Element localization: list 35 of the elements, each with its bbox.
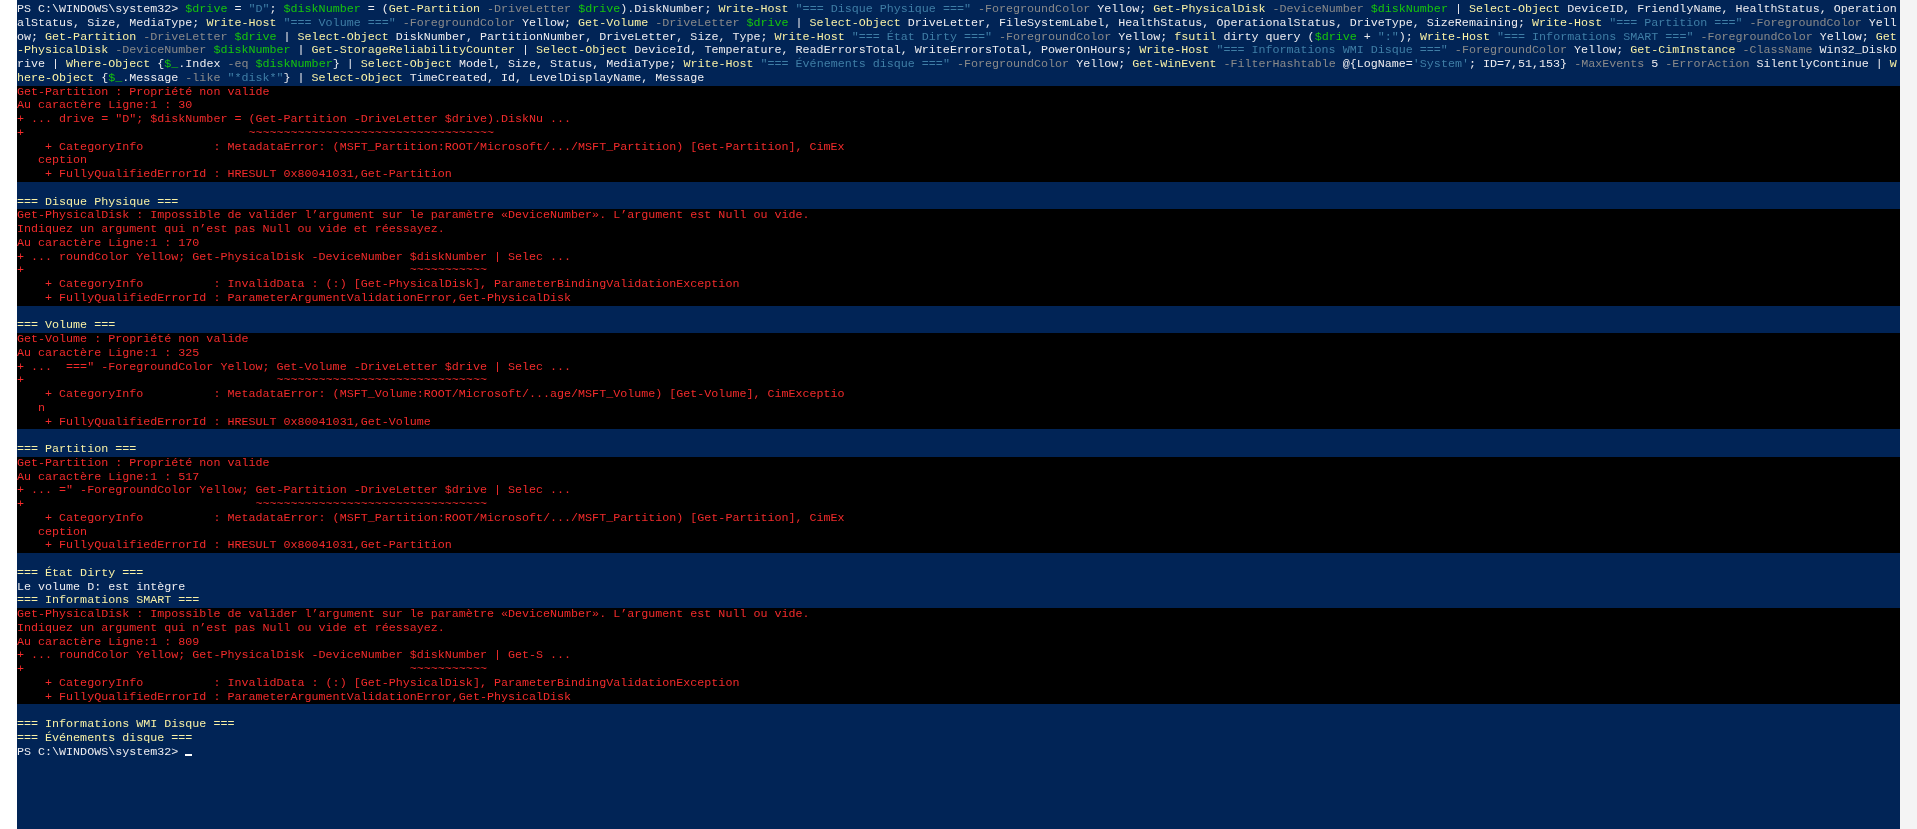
prompt-text: PS C:\WINDOWS\system32>	[17, 744, 180, 759]
error-text: Au caractère Ligne:1 : 30	[17, 99, 1900, 113]
command-text: rive | Where-Object {$_.Index -eq $diskNumber} | Select-Object Model, Size, Status, MediaType; Write-Host "=== Événements disque ===" -ForegroundColor Yellow; Get-WinEvent -FilterHashtable @{LogName='System'; ID=7,51,153} -MaxEvents 5 -ErrorAction SilentlyContinue | W	[17, 58, 1898, 72]
error-text: + ~~~~~~~~~~~~~~~~~~~~~~~~~~~~~~~~~	[17, 498, 1900, 512]
text-cursor	[185, 753, 193, 756]
error-text: + FullyQualifiedErrorId : HRESULT 0x80041031,Get-Partition	[17, 539, 1900, 553]
section-heading: === Disque Physique ===	[17, 195, 180, 210]
output-text: Le volume D: est intègre	[17, 580, 187, 595]
section-heading: === Partition ===	[17, 443, 138, 457]
section-heading: === Informations WMI Disque ===	[17, 718, 236, 731]
command-text: PS C:\WINDOWS\system32> $drive = "D"; $diskNumber = (Get-Partition -DriveLetter $drive).DiskNumber; Write-Host "=== Disque Physique ===" -ForegroundColor Yellow; Get-PhysicalDisk -DeviceNumber $diskNumber | Select-Object DeviceID, FriendlyName, HealthStatus, Operation	[17, 3, 1898, 17]
error-text: Get-Partition : Propriété non valide	[17, 85, 1900, 100]
error-text: Get-Partition : Propriété non valide	[17, 456, 1900, 471]
error-text: + ... drive = "D"; $diskNumber = (Get-Partition -DriveLetter $drive).DiskNu ...	[17, 113, 1900, 127]
section-heading: === État Dirty ===	[17, 566, 145, 581]
command-text: here-Object {$_.Message -like "*disk*"} | Select-Object TimeCreated, Id, LevelDisplayName, Message	[17, 71, 706, 86]
error-text: Get-PhysicalDisk : Impossible de valider l’argument sur le paramètre «DeviceNumber». L’argument est Null ou vide.	[17, 209, 1900, 223]
error-text: ception	[17, 154, 1900, 168]
error-text: + ~~~~~~~~~~~	[17, 264, 1900, 278]
error-text: + ~~~~~~~~~~~	[17, 663, 1900, 677]
error-text: + ... roundColor Yellow; Get-PhysicalDisk -DeviceNumber $diskNumber | Get-S ...	[17, 649, 1900, 663]
error-text: + ... =" -ForegroundColor Yellow; Get-Partition -DriveLetter $drive | Selec ...	[17, 484, 1900, 498]
command-text: alStatus, Size, MediaType; Write-Host "=== Volume ===" -ForegroundColor Yellow; Get-Volume -DriveLetter $drive | Select-Object DriveLetter, FileSystemLabel, HealthStatus, OperationalStatus, DriveType, SizeRemaining; Write-Host "=== Partition ===" -ForegroundColor Yell	[17, 16, 1898, 30]
error-text: Get-Volume : Propriété non valide	[17, 333, 1900, 347]
command-text: -PhysicalDisk -DeviceNumber $diskNumber | Get-StorageReliabilityCounter | Select-Object DeviceId, Temperature, ReadErrorsTotal, WriteErrorsTotal, PowerOnHours; Write-Host "=== Informations WMI Disque ===" -ForegroundColor Yellow; Get-CimInstance -ClassName Win32_DiskD	[17, 44, 1898, 58]
section-heading: === Volume ===	[17, 319, 117, 333]
error-text: Indiquez un argument qui n’est pas Null ou vide et réessayez.	[17, 223, 1900, 237]
error-text: + ~~~~~~~~~~~~~~~~~~~~~~~~~~~~~~	[17, 374, 1900, 388]
error-text: Get-PhysicalDisk : Impossible de valider l’argument sur le paramètre «DeviceNumber». L’argument est Null ou vide.	[17, 608, 1900, 622]
error-text: + FullyQualifiedErrorId : HRESULT 0x80041031,Get-Partition	[17, 168, 1900, 182]
command-text: ow; Get-Partition -DriveLetter $drive | Select-Object DiskNumber, PartitionNumber, DriveLetter, Size, Type; Write-Host "=== État Dirty ===" -ForegroundColor Yellow; fsutil dirty query ($drive + ":"); Write-Host "=== Informations SMART ===" -ForegroundColor Yellow; Get	[17, 30, 1898, 45]
section-heading: === Informations SMART ===	[17, 594, 201, 608]
error-text: + CategoryInfo : InvalidData : (:) [Get-PhysicalDisk], ParameterBindingValidationException	[17, 278, 1900, 292]
section-heading: === Événements disque ===	[17, 731, 194, 746]
error-text: + CategoryInfo : MetadataError: (MSFT_Volume:ROOT/Microsoft/...age/MSFT_Volume) [Get-Volume], CimExceptio	[17, 388, 1900, 402]
